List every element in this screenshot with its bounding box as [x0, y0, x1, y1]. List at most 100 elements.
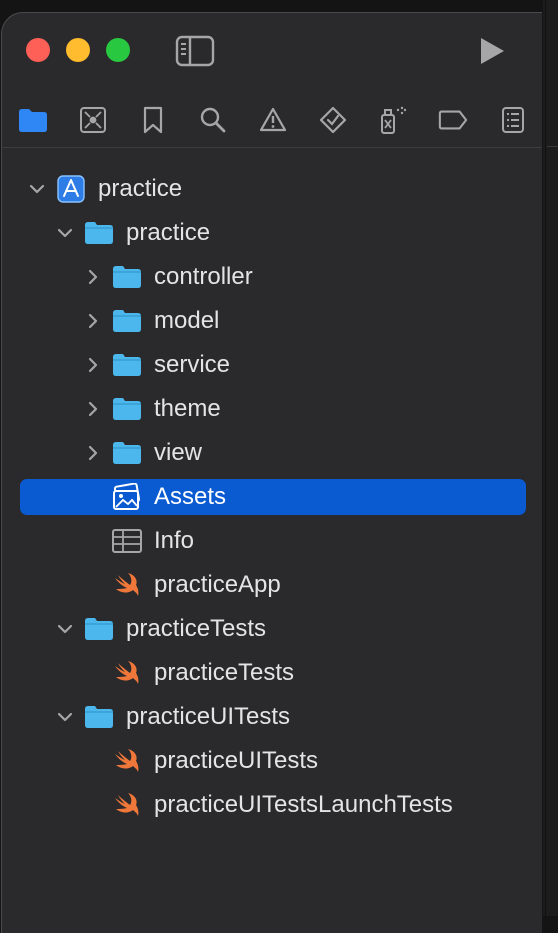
chevron-right-icon [88, 401, 98, 417]
tab-tests[interactable] [318, 105, 348, 135]
tree-item-label: practice [126, 219, 211, 246]
disclosure-toggle[interactable] [56, 620, 74, 638]
tree-item-project[interactable]: practice [20, 171, 526, 207]
tree-item-swift[interactable]: practiceTests [20, 655, 526, 691]
tree-item-folder[interactable]: practiceTests [20, 611, 526, 647]
tree-item-label: practiceApp [154, 571, 281, 598]
warning-icon [259, 107, 287, 132]
disclosure-toggle[interactable] [84, 444, 102, 462]
disclosure-toggle[interactable] [28, 180, 46, 198]
folder-icon [85, 706, 113, 728]
tree-item-swift[interactable]: practiceApp [20, 567, 526, 603]
tree-item-label: service [154, 351, 231, 378]
tree-item-folder[interactable]: controller [20, 259, 526, 295]
editor-edge [543, 0, 558, 916]
tree-item-icon [83, 219, 115, 247]
tree-item-assets[interactable]: Assets [20, 479, 526, 515]
asset-catalog-icon [113, 483, 141, 510]
tree-item-icon [111, 747, 143, 775]
tree-item-folder[interactable]: practice [20, 215, 526, 251]
tree-item-label: practiceUITests [154, 747, 319, 774]
tree-item-label: practiceTests [126, 615, 267, 642]
tree-item-icon [111, 351, 143, 379]
tree-item-icon [111, 527, 143, 555]
swift-file-icon [115, 661, 139, 684]
tab-reports[interactable] [498, 105, 528, 135]
navigator-tab-bar [2, 99, 542, 145]
disclosure-toggle[interactable] [84, 268, 102, 286]
tree-item-label: practiceUITests [126, 703, 291, 730]
tree-item-folder[interactable]: view [20, 435, 526, 471]
report-list-icon [502, 107, 524, 133]
disclosure-toggle[interactable] [84, 400, 102, 418]
folder-icon [113, 354, 141, 376]
disclosure-toggle[interactable] [84, 356, 102, 374]
swift-file-icon [115, 573, 139, 596]
folder-icon [113, 442, 141, 464]
folder-icon [113, 266, 141, 288]
tree-item-folder[interactable]: model [20, 303, 526, 339]
chevron-down-icon [57, 712, 73, 722]
title-bar [2, 13, 542, 87]
breakpoint-tag-icon [438, 110, 468, 130]
tree-item-folder[interactable]: service [20, 347, 526, 383]
tree-item-label: theme [154, 395, 221, 422]
minimize-window-button[interactable] [66, 38, 90, 62]
chevron-down-icon [57, 228, 73, 238]
chevron-down-icon [57, 624, 73, 634]
tree-item-label: Info [154, 527, 195, 554]
run-play-icon [481, 38, 504, 64]
tree-item-icon [111, 263, 143, 291]
swift-file-icon [115, 793, 139, 816]
tab-issues[interactable] [258, 105, 288, 135]
tree-item-icon [111, 439, 143, 467]
tree-item-icon [83, 703, 115, 731]
tree-item-folder[interactable]: theme [20, 391, 526, 427]
navigator-divider [2, 147, 542, 148]
tree-item-icon [111, 571, 143, 599]
disclosure-toggle[interactable] [56, 708, 74, 726]
tab-project-navigator[interactable] [18, 105, 48, 135]
tree-item-icon [83, 615, 115, 643]
property-list-icon [112, 529, 142, 553]
folder-icon [19, 109, 47, 132]
zoom-window-button[interactable] [106, 38, 130, 62]
bookmark-icon [143, 106, 163, 134]
test-diamond-icon [319, 106, 347, 134]
xcode-navigator-window: practice practice controller model service th… [1, 12, 542, 933]
tree-item-folder[interactable]: practiceUITests [20, 699, 526, 735]
tree-item-icon [111, 483, 143, 511]
folder-icon [113, 398, 141, 420]
debug-spray-icon [381, 106, 407, 134]
tree-item-label: controller [154, 263, 253, 290]
folder-icon [113, 310, 141, 332]
tree-item-swift[interactable]: practiceUITestsLaunchTests [20, 787, 526, 823]
chevron-right-icon [88, 313, 98, 329]
folder-icon [85, 222, 113, 244]
tree-item-plist[interactable]: Info [20, 523, 526, 559]
chevron-right-icon [88, 445, 98, 461]
tab-find[interactable] [198, 105, 228, 135]
tab-source-control[interactable] [78, 105, 108, 135]
disclosure-toggle[interactable] [84, 312, 102, 330]
tree-item-label: Assets [154, 483, 227, 510]
chevron-right-icon [88, 269, 98, 285]
close-window-button[interactable] [26, 38, 50, 62]
sidebar-toggle-button[interactable] [175, 35, 215, 67]
tree-item-label: model [154, 307, 220, 334]
tab-debug[interactable] [378, 105, 408, 135]
tree-item-label: view [154, 439, 203, 466]
tree-item-label: practice [98, 175, 183, 202]
tree-item-icon [55, 175, 87, 203]
source-control-icon [80, 107, 106, 133]
tree-item-icon [111, 659, 143, 687]
tab-bookmarks[interactable] [138, 105, 168, 135]
tab-breakpoints[interactable] [438, 105, 468, 135]
run-button[interactable] [476, 35, 508, 67]
chevron-down-icon [29, 184, 45, 194]
sidebar-toggle-icon [175, 35, 215, 67]
disclosure-toggle[interactable] [56, 224, 74, 242]
tree-item-swift[interactable]: practiceUITests [20, 743, 526, 779]
xcode-project-icon [57, 175, 85, 203]
tree-item-label: practiceUITestsLaunchTests [154, 791, 453, 818]
